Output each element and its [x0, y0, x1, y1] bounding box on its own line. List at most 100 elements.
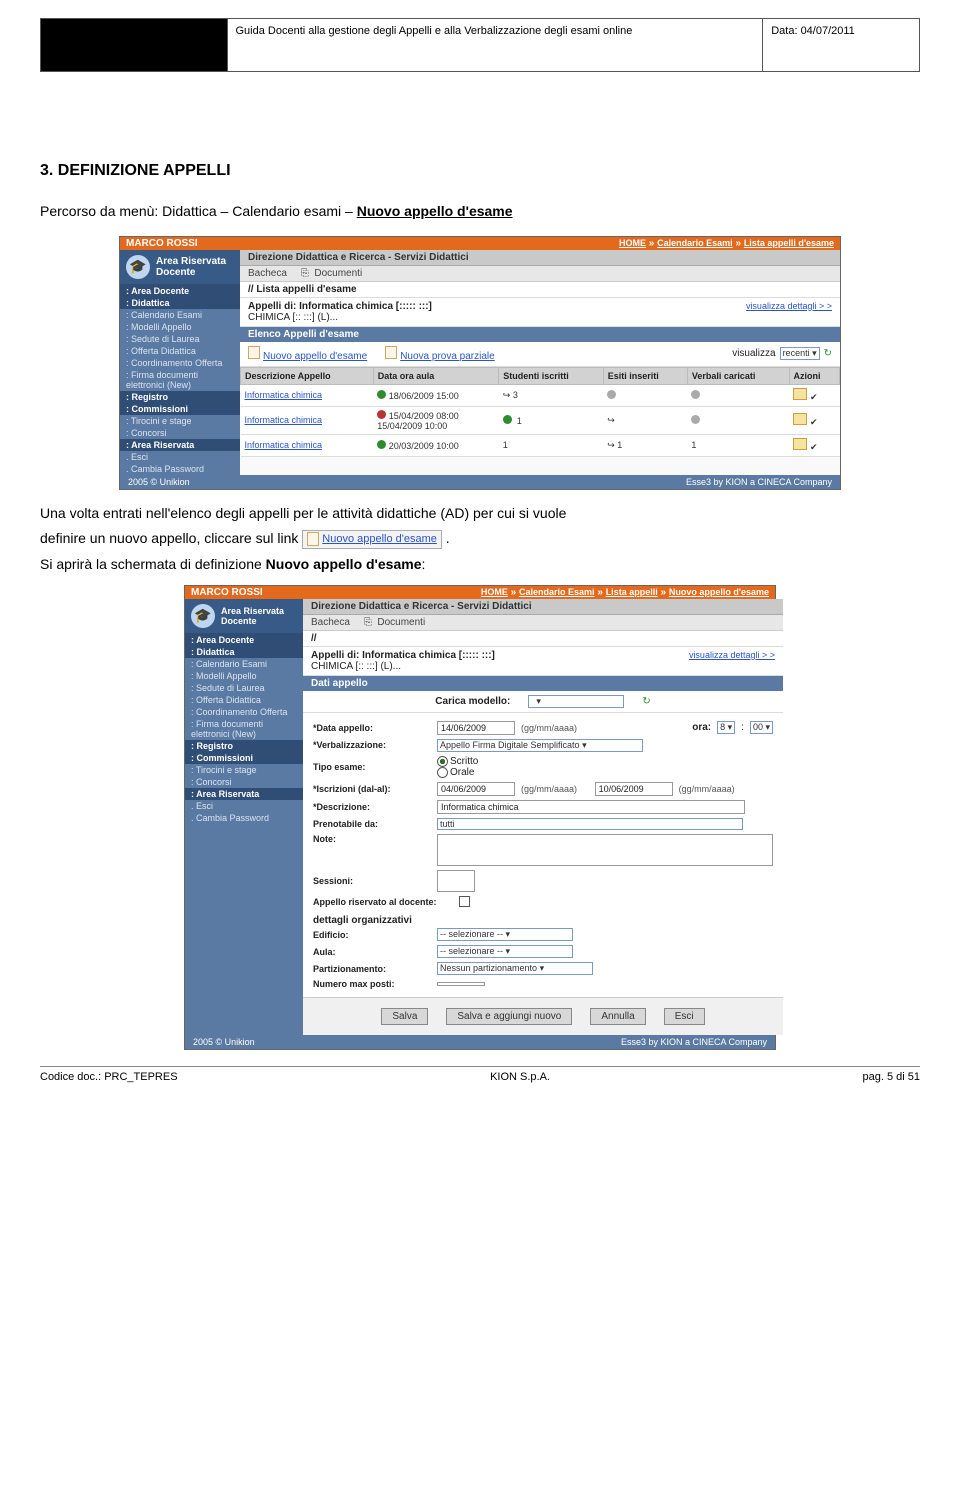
- riservato-checkbox[interactable]: [459, 896, 470, 907]
- foot-right: Esse3 by KION a CINECA Company: [686, 477, 832, 487]
- numero-max-input[interactable]: [437, 982, 485, 986]
- links-row: Nuovo appello d'esame Nuova prova parzia…: [240, 342, 840, 367]
- ora-hour-select[interactable]: 8 ▾: [717, 721, 735, 734]
- sidebar-item[interactable]: : Offerta Didattica: [120, 345, 240, 357]
- cat-commissioni[interactable]: : Commissioni: [185, 752, 303, 764]
- row-azioni[interactable]: ✔: [789, 406, 840, 434]
- aula-select[interactable]: -- selezionare -- ▾: [437, 945, 573, 958]
- sidebar-item[interactable]: : Concorsi: [185, 776, 303, 788]
- bc-cal[interactable]: Calendario Esami: [519, 587, 595, 597]
- cat-registro[interactable]: : Registro: [120, 391, 240, 403]
- row-verb: [687, 384, 789, 406]
- footer-center: KION S.p.A.: [490, 1071, 550, 1083]
- cat-area-riservata[interactable]: : Area Riservata: [185, 788, 303, 800]
- cat-registro[interactable]: : Registro: [185, 740, 303, 752]
- sidebar-item[interactable]: : Firma documenti elettronici (New): [185, 718, 303, 740]
- sessioni-input[interactable]: [437, 870, 475, 892]
- tab-bacheca[interactable]: Bacheca: [248, 268, 287, 279]
- doc-date: Data: 04/07/2011: [763, 19, 920, 72]
- col-azioni: Azioni: [789, 367, 840, 384]
- sidebar-item[interactable]: : Tirocini e stage: [185, 764, 303, 776]
- cat-commissioni[interactable]: : Commissioni: [120, 403, 240, 415]
- elenco-header: Elenco Appelli d'esame: [240, 327, 840, 342]
- row-desc[interactable]: Informatica chimica: [241, 384, 374, 406]
- sidebar-item[interactable]: : Offerta Didattica: [185, 694, 303, 706]
- descrizione-input[interactable]: Informatica chimica: [437, 800, 745, 814]
- sidebar-item[interactable]: . Esci: [120, 451, 240, 463]
- cat-area-riservata[interactable]: : Area Riservata: [120, 439, 240, 451]
- sidebar-item[interactable]: : Tirocini e stage: [120, 415, 240, 427]
- carica-modello-row: Carica modello: ▾ ↻: [303, 691, 783, 713]
- sidebar-item[interactable]: : Firma documenti elettronici (New): [120, 369, 240, 391]
- prenotabile-select[interactable]: tutti: [437, 818, 743, 830]
- inline-link-nuovo-appello[interactable]: Nuovo appello d'esame: [302, 530, 442, 549]
- sidebar-item[interactable]: . Esci: [185, 800, 303, 812]
- section-heading: 3. DEFINIZIONE APPELLI: [40, 162, 920, 180]
- visualizza-dettagli-link[interactable]: visualizza dettagli > >: [746, 301, 832, 323]
- visualizza-dettagli-link[interactable]: visualizza dettagli > >: [689, 650, 775, 672]
- sidebar-item[interactable]: : Concorsi: [120, 427, 240, 439]
- foot-left: 2005 © Unikion: [193, 1037, 255, 1047]
- sidebar-item[interactable]: : Sedute di Laurea: [185, 682, 303, 694]
- ora-min-select[interactable]: 00 ▾: [750, 721, 773, 734]
- bc-lista: Lista appelli d'esame: [744, 238, 834, 248]
- sidebar-item[interactable]: : Coordinamento Offerta: [120, 357, 240, 369]
- refresh-icon[interactable]: ↻: [824, 348, 832, 359]
- verbalizzazione-select[interactable]: Appello Firma Digitale Semplificato ▾: [437, 739, 643, 752]
- tab-documenti[interactable]: Documenti: [377, 617, 425, 628]
- bc-home[interactable]: HOME: [619, 238, 646, 248]
- bc-home[interactable]: HOME: [481, 587, 508, 597]
- nuova-parziale-link[interactable]: Nuova prova parziale: [400, 351, 495, 362]
- sidebar-item[interactable]: : Modelli Appello: [185, 670, 303, 682]
- tab-bacheca[interactable]: Bacheca: [311, 617, 350, 628]
- tab-documenti[interactable]: Documenti: [314, 268, 362, 279]
- row-azioni[interactable]: ✔: [789, 384, 840, 406]
- check-icon: ✔: [810, 417, 818, 427]
- salva-aggiungi-button[interactable]: Salva e aggiungi nuovo: [446, 1008, 572, 1025]
- foot-right: Esse3 by KION a CINECA Company: [621, 1037, 767, 1047]
- dati-appello-hdr: Dati appello: [303, 676, 783, 691]
- radio-orale[interactable]: [437, 767, 448, 778]
- sidebar-item[interactable]: : Modelli Appello: [120, 321, 240, 333]
- cat-area-docente[interactable]: : Area Docente: [120, 285, 240, 297]
- row-desc[interactable]: Informatica chimica: [241, 434, 374, 456]
- orange-bar: MARCO ROSSI HOME » Calendario Esami » Li…: [120, 237, 840, 250]
- visualizza-select[interactable]: recenti ▾: [780, 347, 820, 360]
- carica-modello-select[interactable]: ▾: [528, 695, 624, 708]
- iscrizioni-da-input[interactable]: 04/06/2009: [437, 782, 515, 796]
- cat-didattica[interactable]: : Didattica: [120, 297, 240, 309]
- radio-scritto-label: Scritto: [450, 756, 478, 767]
- sidebar-item[interactable]: : Calendario Esami: [185, 658, 303, 670]
- row-azioni[interactable]: ✔: [789, 434, 840, 456]
- appelli-di-row: Appelli di: Informatica chimica [::::: :…: [303, 647, 783, 676]
- esci-button[interactable]: Esci: [664, 1008, 705, 1025]
- dettagli-org-header: dettagli organizzativi: [313, 909, 773, 926]
- data-appello-input[interactable]: 14/06/2009: [437, 721, 515, 735]
- cat-didattica[interactable]: : Didattica: [185, 646, 303, 658]
- nuovo-appello-link[interactable]: Nuovo appello d'esame: [263, 351, 367, 362]
- cat-area-docente[interactable]: : Area Docente: [185, 634, 303, 646]
- row-verb: 1: [687, 434, 789, 456]
- sidebar-item[interactable]: . Cambia Password: [120, 463, 240, 475]
- partizionamento-select[interactable]: Nessun partizionamento ▾: [437, 962, 593, 975]
- sidebar-item[interactable]: : Coordinamento Offerta: [185, 706, 303, 718]
- salva-button[interactable]: Salva: [381, 1008, 428, 1025]
- folder-icon: [793, 438, 807, 450]
- row-desc[interactable]: Informatica chimica: [241, 406, 374, 434]
- edificio-select[interactable]: -- selezionare -- ▾: [437, 928, 573, 941]
- bc-cal[interactable]: Calendario Esami: [657, 238, 733, 248]
- note-textarea[interactable]: [437, 834, 773, 866]
- sidebar-item[interactable]: : Sedute di Laurea: [120, 333, 240, 345]
- sidebar-item[interactable]: . Cambia Password: [185, 812, 303, 824]
- row-stud: ↪ 3: [499, 384, 603, 406]
- sidebar-item[interactable]: : Calendario Esami: [120, 309, 240, 321]
- iscrizioni-a-input[interactable]: 10/06/2009: [595, 782, 673, 796]
- status-dot-green: [377, 390, 386, 399]
- sidebar-header: 🎓 Area Riservata Docente: [120, 250, 240, 285]
- annulla-button[interactable]: Annulla: [590, 1008, 645, 1025]
- bc-lista[interactable]: Lista appelli: [606, 587, 658, 597]
- doc-title: Guida Docenti alla gestione degli Appell…: [227, 19, 763, 72]
- row-esiti: ↪: [603, 406, 687, 434]
- refresh-icon[interactable]: ↻: [642, 696, 650, 707]
- radio-scritto[interactable]: [437, 756, 448, 767]
